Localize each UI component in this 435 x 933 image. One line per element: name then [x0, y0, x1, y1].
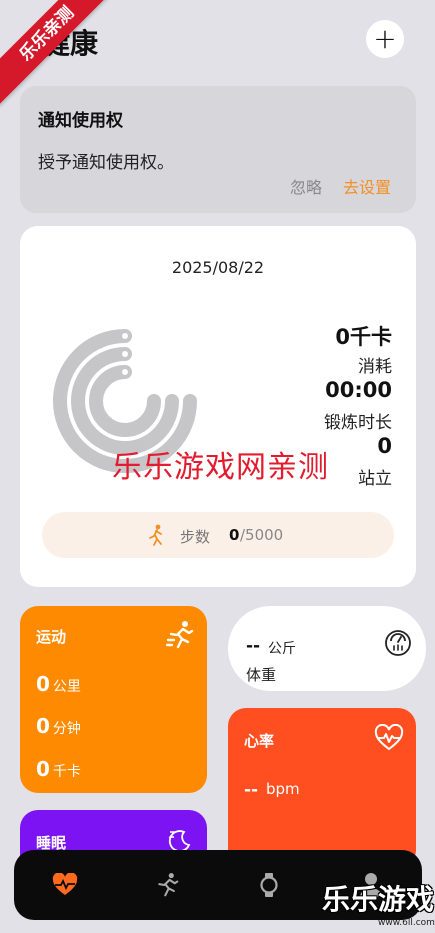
steps-goal: /5000 [240, 526, 284, 544]
plus-icon: + [373, 22, 397, 55]
watermark-ribbon: 乐乐亲测 [0, 0, 110, 110]
weight-card[interactable]: -- 公斤 体重 [228, 606, 426, 691]
ignore-button[interactable]: 忽略 [290, 174, 322, 198]
nav-health[interactable] [50, 870, 80, 900]
stand-value: 0 [377, 434, 392, 458]
activity-date: 2025/08/22 [171, 258, 265, 277]
scale-icon [385, 630, 411, 656]
heart-pulse-icon [52, 873, 78, 895]
steps-current: 0 [229, 526, 240, 544]
heart-rate-unit: bpm [266, 780, 300, 798]
watermark-url: www.6ll.com [378, 918, 435, 928]
steps-label: 步数 [180, 528, 211, 546]
exercise-minutes: 0 分钟 [36, 714, 81, 738]
exercise-card[interactable]: 运动 0 公里 0 分钟 0 千卡 [20, 606, 207, 793]
add-button[interactable]: + [366, 20, 404, 58]
steps-bar[interactable]: 步数 0 /5000 [42, 512, 394, 558]
duration-value: 00:00 [325, 378, 392, 402]
calories-label: 消耗 [358, 357, 392, 377]
calories-value: 0千卡 [335, 325, 392, 349]
nav-exercise[interactable] [152, 870, 182, 900]
heart-rate-value: -- [244, 780, 259, 800]
weight-label: 体重 [246, 666, 277, 684]
ribbon-text: 乐乐亲测 [0, 0, 110, 106]
stand-label: 站立 [358, 469, 392, 489]
watch-icon [260, 873, 278, 897]
notice-body: 授予通知使用权。 [38, 153, 174, 173]
watermark-corner: 乐乐游戏 [322, 883, 435, 916]
exercise-title: 运动 [36, 628, 67, 646]
heart-rate-title: 心率 [244, 732, 275, 750]
weight-unit: 公斤 [268, 641, 296, 657]
heart-rate-card[interactable]: 心率 -- bpm [228, 708, 416, 868]
walking-icon [149, 524, 162, 546]
activity-card[interactable]: 2025/08/22 0千卡 消耗 00:00 锻炼时长 0 站立 步数 0 /… [20, 226, 416, 587]
nav-device[interactable] [254, 870, 284, 900]
go-settings-button[interactable]: 去设置 [343, 174, 391, 198]
watermark-center: 乐乐游戏网亲测 [112, 450, 329, 485]
exercise-distance: 0 公里 [36, 672, 81, 696]
weight-value: -- [246, 636, 261, 656]
stand-ring [89, 365, 161, 437]
running-icon [158, 873, 179, 897]
duration-label: 锻炼时长 [324, 413, 392, 433]
heartbeat-icon [374, 724, 404, 751]
running-icon [166, 621, 194, 649]
exercise-calories: 0 千卡 [36, 757, 81, 781]
